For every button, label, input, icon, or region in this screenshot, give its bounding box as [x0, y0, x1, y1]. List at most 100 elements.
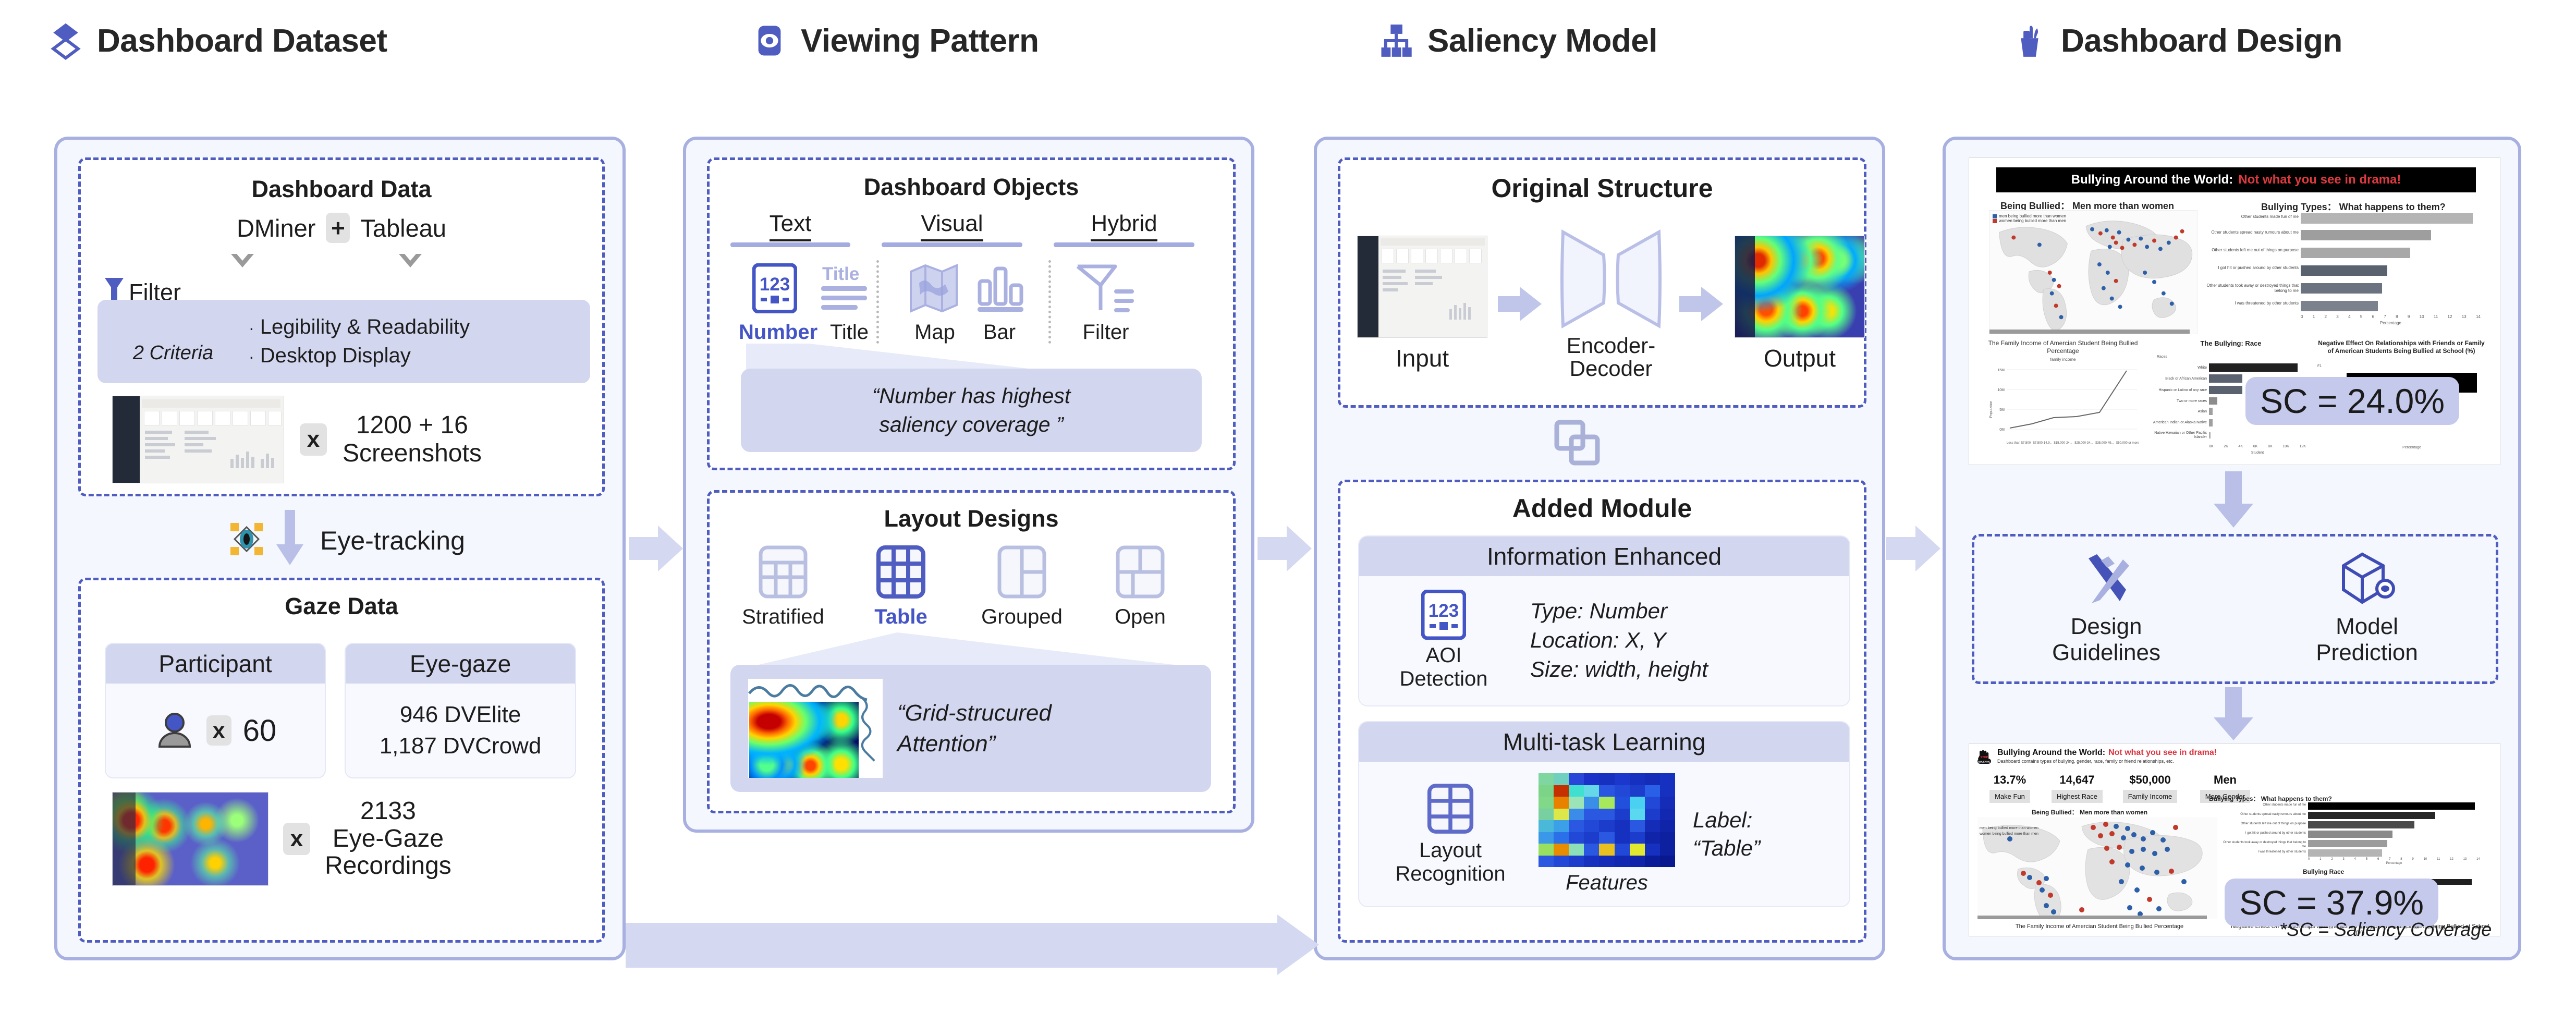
- svg-text:Population: Population: [1989, 400, 1993, 418]
- number-123-icon: 123: [752, 263, 798, 316]
- chevron-down-icon: [399, 254, 422, 272]
- gaze-data-box: Gaze Data Participant x 60 Eye-gaze 946 …: [78, 578, 605, 943]
- panel-header-dashboard-design: Dashboard Design: [2010, 15, 2342, 67]
- svg-text:15M: 15M: [1997, 369, 2005, 372]
- features-label: Features: [1566, 871, 1648, 894]
- layout-option-stratified[interactable]: Stratified: [737, 545, 829, 629]
- eye-gaze-card: Eye-gaze 946 DVElite 1,187 DVCrowd: [346, 644, 575, 777]
- kpi-value: 13.7%: [1993, 773, 2026, 786]
- aoi-label-2: Detection: [1399, 667, 1488, 690]
- layout-options: Stratified Table Grouped Open: [737, 545, 1177, 629]
- layout-quote-text: “Grid-strucured Attention”: [897, 700, 1052, 757]
- sc-badge-before: SC = 24.0%: [2245, 377, 2460, 425]
- object-label-map: Map: [914, 321, 955, 344]
- layout-table-icon: [876, 545, 925, 599]
- object-label-bar: Bar: [983, 321, 1016, 344]
- eye-tracking-transition: Eye-tracking: [229, 510, 465, 571]
- multitask-learning-header: Multi-task Learning: [1359, 722, 1849, 762]
- dashboard-before: Bullying Around the World: Not what you …: [1969, 157, 2500, 465]
- arrow-down-icon: [2214, 687, 2253, 740]
- layout-designs-box: Layout Designs Stratified Table Grouped …: [707, 490, 1236, 813]
- participant-value: x 60: [106, 684, 325, 777]
- dashboard-title-accent: Not what you see in drama!: [2238, 173, 2401, 187]
- divider: [876, 260, 879, 344]
- layout-option-open[interactable]: Open: [1104, 545, 1177, 629]
- column-header-participant: Participant: [106, 644, 325, 684]
- multitask-label-group: Label: “Table”: [1693, 808, 1760, 861]
- overlapping-squares-icon: [1554, 419, 1601, 469]
- after-income-title: The Family Income of Amercian Student Be…: [2015, 923, 2184, 930]
- eye-target-icon: [229, 522, 264, 559]
- eye-gaze-value: 1,187 DVCrowd: [379, 733, 542, 759]
- recordings-unit-1: Eye-Gaze: [332, 824, 444, 852]
- pipeline-stage-input: Input: [1355, 236, 1490, 372]
- sc-footnote: *SC = Saliency Coverage: [2279, 919, 2492, 940]
- participant-card: Participant x 60: [106, 644, 325, 777]
- criteria-item: · Legibility & Readability: [249, 315, 470, 338]
- multiplier-badge: x: [206, 715, 231, 746]
- kpi-item: 13.7% Make Fun: [1984, 773, 2036, 803]
- panel-viewing-pattern: Dashboard Objects Text Visual Hybrid 123…: [683, 137, 1254, 833]
- layout-designs-title: Layout Designs: [884, 505, 1059, 532]
- multitask-label-1: Label:: [1693, 807, 1753, 832]
- layout-label: Grouped: [981, 605, 1063, 628]
- information-enhanced-header: Information Enhanced: [1359, 537, 1849, 576]
- dashboard-after-header: STOP BULLYING Bullying Around the World:…: [1975, 748, 2217, 766]
- pipeline-row: Input Encoder- Decoder Output: [1355, 228, 1867, 380]
- model-prediction-item[interactable]: Model Prediction: [2316, 552, 2418, 666]
- stop-bullying-icon: STOP BULLYING: [1977, 750, 1991, 764]
- hierarchy-icon: [1376, 21, 1416, 60]
- design-guidelines-label-2: Guidelines: [2052, 640, 2160, 665]
- eye-tracking-label: Eye-tracking: [320, 526, 465, 555]
- divider: [1048, 260, 1051, 344]
- arrow-right-icon: [1498, 287, 1542, 322]
- design-pen-icon: [2089, 554, 2130, 603]
- object-label-number: Number: [739, 321, 818, 344]
- layout-option-grouped[interactable]: Grouped: [972, 545, 1071, 629]
- stage-label-encoder-decoder: Encoder- Decoder: [1566, 333, 1656, 381]
- design-middle-box: Design Guidelines Model Prediction: [1972, 534, 2498, 684]
- gaze-heatmap-thumbnail: [112, 792, 268, 886]
- eye-gaze-value: 946 DVElite: [399, 702, 521, 727]
- multitask-learning-card: Multi-task Learning Layout Recognition F…: [1359, 722, 1849, 906]
- dashboard-after-subtitle: Dashboard contains types of bullying, ge…: [1997, 759, 2174, 764]
- x-axis-ticks: 0 1 2 3 4 5 6 7 8 9 10 11 12 13 14: [2301, 314, 2481, 319]
- callout-wedge: [741, 632, 1210, 669]
- figure-root: Dashboard Dataset Viewing Pattern Salien…: [0, 0, 2576, 1012]
- design-guidelines-item[interactable]: Design Guidelines: [2052, 552, 2160, 666]
- layout-recognition-label-2: Recognition: [1395, 862, 1506, 885]
- recordings-count-group: 2133 Eye-Gaze Recordings: [325, 797, 451, 880]
- layout-option-table[interactable]: Table: [862, 545, 940, 629]
- source-dminer: DMiner: [236, 214, 316, 242]
- criteria-count: 2 Criteria: [132, 342, 214, 364]
- funnel-icon: [1075, 262, 1137, 317]
- svg-text:5M: 5M: [1999, 408, 2005, 412]
- arrow-down-icon: [2214, 471, 2253, 528]
- svg-text:123: 123: [760, 274, 790, 295]
- connector-arrow-bottom: [626, 915, 1319, 975]
- layout-table-icon: [1427, 783, 1474, 834]
- recordings-count: 2133: [360, 797, 416, 825]
- chevron-down-icon: [231, 254, 254, 272]
- eye-badge-icon: [750, 21, 789, 60]
- aoi-attributes: Type: Number Location: X, Y Size: width,…: [1530, 599, 1708, 682]
- svg-text:Title: Title: [822, 264, 859, 284]
- eye-gaze-values: 946 DVElite 1,187 DVCrowd: [346, 684, 575, 777]
- panel-title: Viewing Pattern: [801, 22, 1039, 59]
- model-prediction-label-2: Prediction: [2316, 640, 2418, 665]
- after-bullying-types-chart: Other students made fun of me Other stud…: [2223, 802, 2480, 865]
- model-prediction-label-1: Model: [2336, 614, 2398, 639]
- recordings-unit-2: Recordings: [325, 852, 451, 880]
- arrow-right-icon: [1679, 287, 1723, 322]
- filter-criteria-pill: 2 Criteria · Legibility & Readability · …: [97, 300, 590, 383]
- encoder-decoder-icon: [1560, 229, 1662, 329]
- bar-chart-icon: [975, 262, 1025, 317]
- stage-label-input: Input: [1395, 345, 1449, 372]
- gaze-data-title: Gaze Data: [285, 593, 398, 619]
- svg-text:STOP: STOP: [1981, 756, 1988, 759]
- multiplier-badge: x: [283, 823, 310, 855]
- kpi-label: Highest Race: [2051, 790, 2103, 803]
- pencil-cup-icon: [2010, 21, 2049, 60]
- aoi-attribute: Location: X, Y: [1530, 628, 1666, 652]
- kpi-value: 14,647: [2059, 773, 2095, 786]
